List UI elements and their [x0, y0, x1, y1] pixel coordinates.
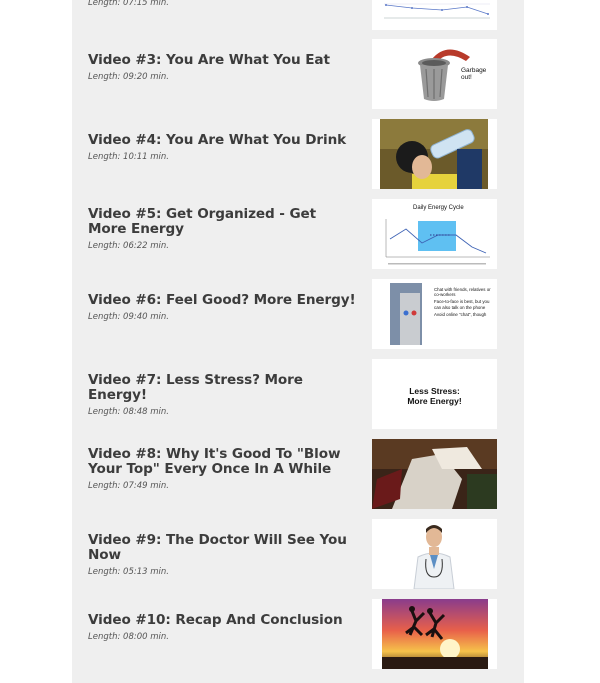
video-list-panel: Length: 07:15 min. Video #3: You Are Wha… — [72, 0, 524, 683]
thumb-caption-line: Less Stress: — [409, 386, 460, 396]
sunset-jumping-photo — [372, 599, 497, 669]
video-length: Length: 07:15 min. — [88, 0, 169, 8]
video-thumbnail[interactable]: Chat with friends, relatives or co-worke… — [372, 279, 497, 349]
video-title[interactable]: Video #10: Recap And Conclusion — [88, 613, 358, 628]
video-title[interactable]: Video #7: Less Stress? More Energy! — [88, 373, 358, 403]
thumb-caption-line: More Energy! — [407, 396, 462, 406]
video-thumbnail[interactable] — [372, 519, 497, 589]
video-title[interactable]: Video #8: Why It's Good To "Blow Your To… — [88, 447, 358, 477]
video-info: Video #5: Get Organized - Get More Energ… — [88, 207, 358, 252]
thumb-bullet: Chat with friends, relatives or co-worke… — [434, 287, 491, 298]
video-length: Length: 09:40 min. — [88, 312, 169, 322]
video-length: Length: 08:00 min. — [88, 632, 169, 642]
video-info: Length: 07:15 min. — [88, 0, 358, 8]
video-length: Length: 05:13 min. — [88, 567, 169, 577]
video-length: Length: 10:11 min. — [88, 152, 169, 162]
video-thumbnail[interactable] — [372, 439, 497, 509]
video-title[interactable]: Video #6: Feel Good? More Energy! — [88, 293, 358, 308]
drinking-water-photo — [372, 119, 497, 189]
thumb-caption: Daily Energy Cycle — [413, 205, 464, 211]
thumb-bullet: Face-to-face is best, but you can also t… — [434, 299, 490, 310]
video-thumbnail[interactable]: Daily Energy Cycle — [372, 199, 497, 269]
video-thumbnail[interactable] — [372, 599, 497, 669]
video-thumbnail[interactable] — [372, 119, 497, 189]
video-info: Video #7: Less Stress? More Energy! Leng… — [88, 373, 358, 418]
thumb-bullet-list: Chat with friends, relatives or co-worke… — [434, 287, 496, 317]
video-info: Video #9: The Doctor Will See You Now Le… — [88, 533, 358, 578]
chart-thumbnail-image — [372, 0, 497, 30]
video-info: Video #10: Recap And Conclusion Length: … — [88, 613, 358, 643]
video-info: Video #4: You Are What You Drink Length:… — [88, 133, 358, 163]
video-info: Video #3: You Are What You Eat Length: 0… — [88, 53, 358, 83]
video-title[interactable]: Video #9: The Doctor Will See You Now — [88, 533, 358, 563]
video-thumbnail[interactable]: Garbage out! — [372, 39, 497, 109]
video-info: Video #6: Feel Good? More Energy! Length… — [88, 293, 358, 323]
video-thumbnail[interactable] — [372, 0, 497, 30]
video-length: Length: 06:22 min. — [88, 241, 169, 251]
doctor-image — [372, 519, 497, 589]
blow-your-top-photo — [372, 439, 497, 509]
video-length: Length: 09:20 min. — [88, 72, 169, 82]
video-title[interactable]: Video #3: You Are What You Eat — [88, 53, 358, 68]
video-title[interactable]: Video #5: Get Organized - Get More Energ… — [88, 207, 358, 237]
video-info: Video #8: Why It's Good To "Blow Your To… — [88, 447, 358, 492]
video-length: Length: 07:49 min. — [88, 481, 169, 491]
thumb-caption: Garbage out! — [461, 67, 487, 81]
video-length: Length: 08:48 min. — [88, 407, 169, 417]
thumb-caption: Less Stress: More Energy! — [372, 386, 497, 406]
video-title[interactable]: Video #4: You Are What You Drink — [88, 133, 358, 148]
video-thumbnail[interactable]: Less Stress: More Energy! — [372, 359, 497, 429]
thumb-bullet: Avoid online "chat", though — [434, 311, 487, 317]
